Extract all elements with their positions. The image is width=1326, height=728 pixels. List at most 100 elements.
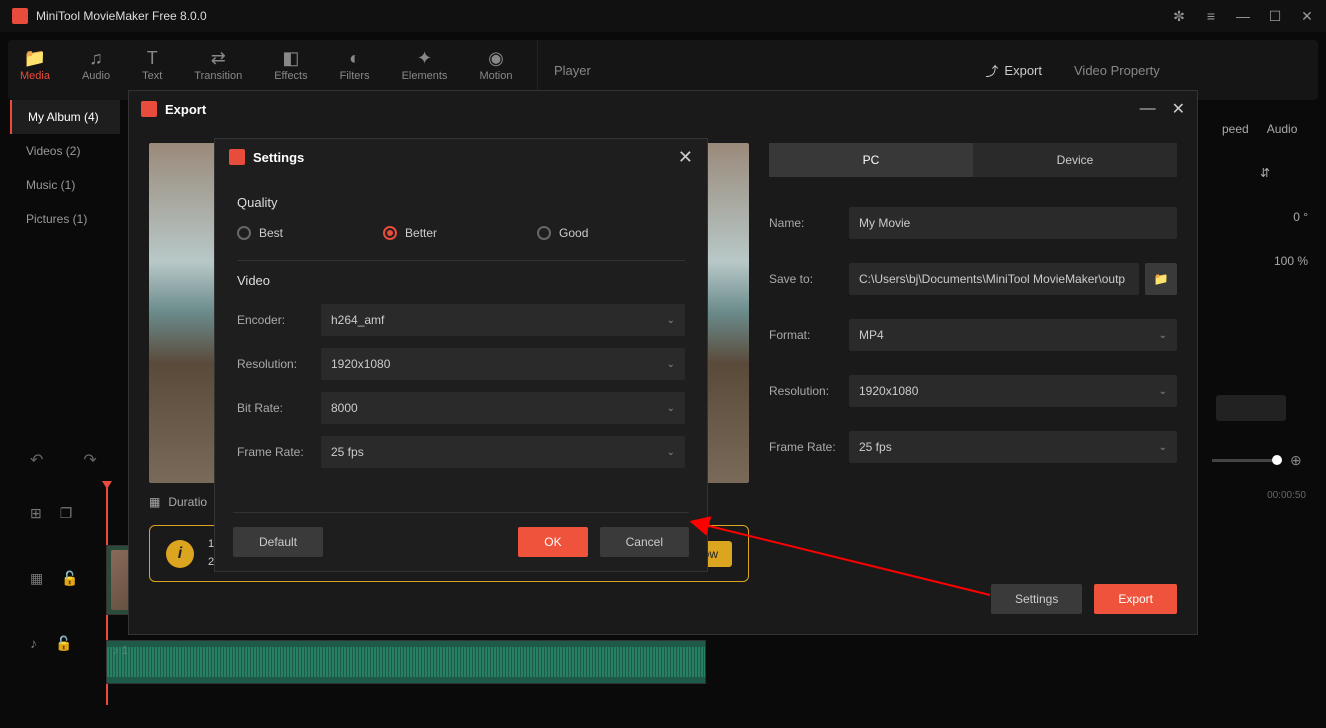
chevron-down-icon: ⌄	[667, 447, 675, 458]
encoder-label: Encoder:	[237, 313, 321, 327]
lock-icon[interactable]: 🔓	[55, 635, 72, 652]
browse-button[interactable]: 📁	[1145, 263, 1177, 295]
radio-good[interactable]: Good	[537, 226, 588, 240]
chevron-down-icon: ⌄	[667, 359, 675, 370]
audio-track-icon: ♪	[30, 635, 37, 652]
close-button[interactable]: ✕	[1172, 99, 1185, 119]
lock-icon[interactable]: 🔓	[61, 570, 78, 587]
time-label: 00:00:50	[1267, 490, 1306, 501]
saveto-input[interactable]: C:\Users\bj\Documents\MiniTool MovieMake…	[849, 263, 1139, 295]
album-item-music[interactable]: Music (1)	[10, 168, 120, 202]
framerate-select[interactable]: 25 fps⌄	[321, 436, 685, 468]
redo t-icon[interactable]: ↷	[83, 450, 96, 470]
app-title: MiniTool MovieMaker Free 8.0.0	[36, 9, 1172, 23]
tab-motion[interactable]: ◉Motion	[479, 48, 512, 92]
album-list: My Album (4) Videos (2) Music (1) Pictur…	[10, 100, 120, 236]
player-label: Player	[554, 63, 591, 78]
plus-icon[interactable]: ⊕	[1290, 452, 1302, 469]
framerate-label: Frame Rate:	[237, 445, 321, 459]
default-button[interactable]: Default	[233, 527, 323, 557]
framerate-label: Frame Rate:	[769, 440, 849, 454]
resolution-label: Resolution:	[769, 384, 849, 398]
quality-heading: Quality	[237, 195, 685, 210]
export-toolbar-button[interactable]: ⤴ Export	[985, 61, 1042, 80]
overlay-icon[interactable]: ❐	[60, 505, 73, 522]
tab-device[interactable]: Device	[973, 143, 1177, 177]
export-title: Export	[165, 102, 1124, 117]
menu-icon[interactable]: ≡	[1204, 9, 1218, 23]
motion-icon: ◉	[488, 48, 504, 68]
tab-text[interactable]: TText	[142, 48, 162, 92]
tab-transition[interactable]: ⇄Transition	[194, 48, 242, 92]
zoom-slider[interactable]: ⊕	[1212, 452, 1312, 469]
radio-better[interactable]: Better	[383, 226, 437, 240]
close-button[interactable]: ✕	[678, 147, 693, 168]
rotation-value: 0 °	[1222, 210, 1308, 224]
export-button[interactable]: Export	[1094, 584, 1177, 614]
framerate-select[interactable]: 25 fps⌄	[849, 431, 1177, 463]
flip-icon[interactable]: ⇵	[1222, 166, 1308, 180]
filters-icon: ◐	[349, 48, 360, 68]
album-item-pictures[interactable]: Pictures (1)	[10, 202, 120, 236]
cancel-button[interactable]: Cancel	[600, 527, 689, 557]
maximize-button[interactable]: ☐	[1268, 9, 1282, 23]
folder-icon: 📁	[24, 48, 46, 68]
property-panel: peed Audio ⇵ 0 ° 100 %	[1210, 110, 1320, 280]
app-logo-icon	[229, 149, 245, 165]
duration-label: Duratio	[168, 495, 207, 509]
format-label: Format:	[769, 328, 849, 342]
upload-icon: ⤴	[985, 61, 998, 80]
bitrate-select[interactable]: 8000⌄	[321, 392, 685, 424]
bitrate-label: Bit Rate:	[237, 401, 321, 415]
settings-dialog: Settings ✕ Quality Best Better Good Vide…	[214, 138, 708, 572]
name-label: Name:	[769, 216, 849, 230]
key-icon[interactable]: ✼	[1172, 9, 1186, 23]
settings-title: Settings	[253, 150, 678, 165]
elements-icon: ✦	[417, 48, 432, 68]
album-item-videos[interactable]: Videos (2)	[10, 134, 120, 168]
tab-audio-prop[interactable]: Audio	[1267, 122, 1298, 136]
audio-track-clip[interactable]: ♪ 1	[106, 640, 706, 684]
folder-icon: 📁	[1154, 272, 1169, 286]
chevron-down-icon: ⌄	[1159, 330, 1167, 341]
chevron-down-icon: ⌄	[667, 403, 675, 414]
opacity-value: 100 %	[1222, 254, 1308, 268]
album-item-myalbum[interactable]: My Album (4)	[10, 100, 120, 134]
undo-icon[interactable]: ↶	[30, 450, 43, 470]
titlebar: MiniTool MovieMaker Free 8.0.0 ✼ ≡ — ☐ ✕	[0, 0, 1326, 32]
saveto-label: Save to:	[769, 272, 849, 286]
app-logo-icon	[141, 101, 157, 117]
tab-pc[interactable]: PC	[769, 143, 973, 177]
reset-button[interactable]	[1216, 395, 1286, 421]
tab-filters[interactable]: ◐Filters	[340, 48, 370, 92]
video-heading: Video	[237, 273, 685, 288]
ok-button[interactable]: OK	[518, 527, 587, 557]
text-icon: T	[147, 48, 158, 68]
video-track-icon: ▦	[30, 570, 43, 587]
resolution-select[interactable]: 1920x1080⌄	[321, 348, 685, 380]
format-select[interactable]: MP4⌄	[849, 319, 1177, 351]
film-icon: ▦	[149, 495, 160, 509]
info-icon: i	[166, 540, 194, 568]
tab-audio[interactable]: ♫Audio	[82, 48, 110, 92]
tab-media[interactable]: 📁Media	[20, 48, 50, 92]
tab-effects[interactable]: ◧Effects	[274, 48, 307, 92]
encoder-select[interactable]: h264_amf⌄	[321, 304, 685, 336]
tab-elements[interactable]: ✦Elements	[402, 48, 448, 92]
chevron-down-icon: ⌄	[1159, 386, 1167, 397]
add-track-icon[interactable]: ⊞	[30, 505, 42, 522]
music-note-icon: ♫	[89, 48, 103, 68]
transition-icon: ⇄	[211, 48, 226, 68]
chevron-down-icon: ⌄	[1159, 442, 1167, 453]
app-logo-icon	[12, 8, 28, 24]
radio-best[interactable]: Best	[237, 226, 283, 240]
name-input[interactable]: My Movie	[849, 207, 1177, 239]
tab-speed[interactable]: peed	[1222, 122, 1249, 136]
resolution-select[interactable]: 1920x1080⌄	[849, 375, 1177, 407]
minimize-button[interactable]: —	[1236, 9, 1250, 23]
settings-button[interactable]: Settings	[991, 584, 1082, 614]
minimize-button[interactable]: —	[1140, 100, 1156, 118]
resolution-label: Resolution:	[237, 357, 321, 371]
close-button[interactable]: ✕	[1300, 9, 1314, 23]
effects-icon: ◧	[282, 48, 299, 68]
